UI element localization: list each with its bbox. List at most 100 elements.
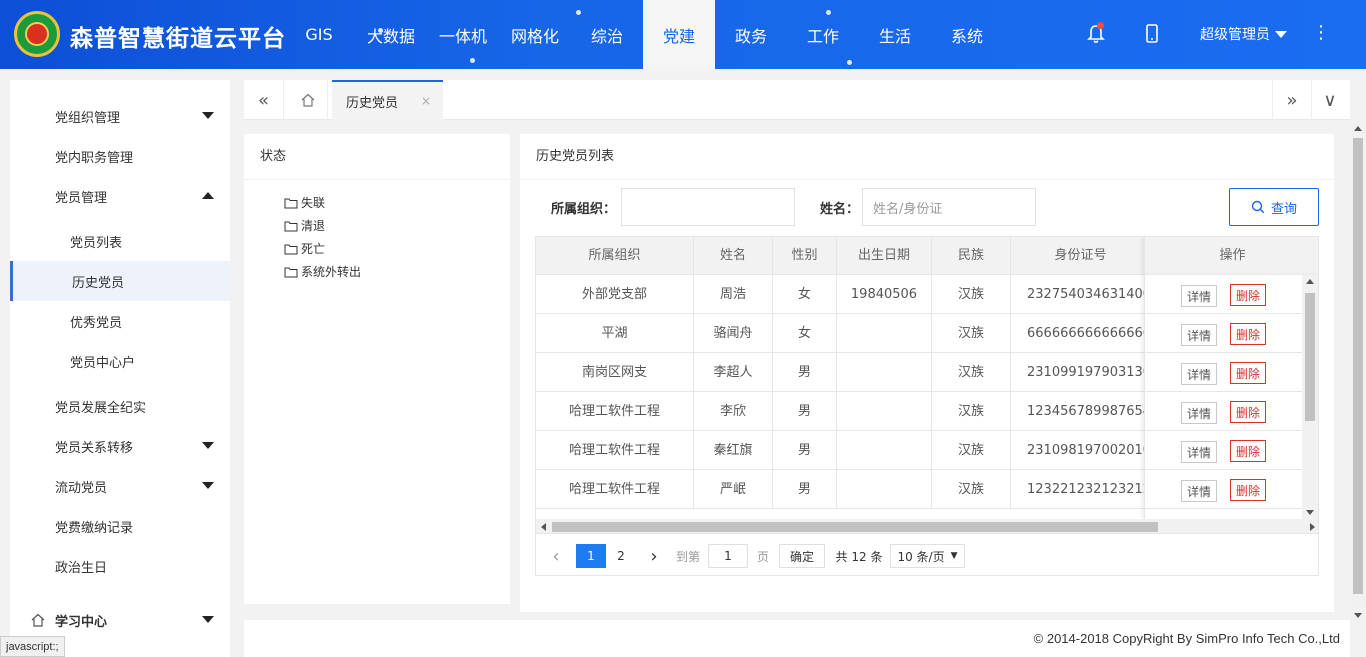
cell-org: 哈理工软件工程 xyxy=(536,470,694,509)
nav-kiosk[interactable]: 一体机 xyxy=(427,0,499,69)
sidebar-item-development-record[interactable]: 党员发展全纪实 xyxy=(10,386,230,426)
page-2-button[interactable]: 2 xyxy=(610,544,632,568)
history-members-panel: 历史党员列表 所属组织： 姓名： 姓名/身份证 查询 所属组织 姓名 性别 出生… xyxy=(520,134,1334,612)
sidebar-item-member-management[interactable]: 党员管理 xyxy=(10,176,230,216)
sidebar-item-member-center[interactable]: 党员中心户 xyxy=(10,341,230,381)
sidebar-item-label: 优秀党员 xyxy=(70,315,123,331)
actions-cell: 详情 删除 xyxy=(1145,431,1318,470)
notification-dot xyxy=(1097,22,1104,29)
tabs-scroll-left-button[interactable]: « xyxy=(244,80,284,120)
mobile-icon[interactable] xyxy=(1142,23,1162,45)
col-gender: 性别 xyxy=(773,237,837,275)
caret-down-icon xyxy=(202,442,214,449)
sidebar: 党组织管理 党内职务管理 党员管理 党员列表 历史党员 优秀党员 党员中心户 党… xyxy=(10,80,230,657)
folder-icon xyxy=(284,244,298,254)
cell-ethnicity: 汉族 xyxy=(932,470,1011,509)
detail-button[interactable]: 详情 xyxy=(1181,480,1217,502)
tree-item-dismissed[interactable]: 清退 xyxy=(284,217,325,234)
cell-id-number: 231099197903130 xyxy=(1011,353,1151,392)
sidebar-item-study-center[interactable]: 学习中心 xyxy=(10,600,230,640)
delete-button[interactable]: 删除 xyxy=(1230,401,1266,423)
tree-item-transferred-out[interactable]: 系统外转出 xyxy=(284,263,361,280)
goto-label: 到第 xyxy=(675,549,700,564)
nav-grid[interactable]: 网格化 xyxy=(499,0,571,69)
copyright: © 2014-2018 CopyRight By SimPro Info Tec… xyxy=(1033,631,1340,646)
nav-gis[interactable]: GIS xyxy=(283,0,355,69)
nav-life[interactable]: 生活 xyxy=(859,0,931,69)
sidebar-item-position-management[interactable]: 党内职务管理 xyxy=(10,136,230,176)
detail-button[interactable]: 详情 xyxy=(1181,285,1217,307)
detail-button[interactable]: 详情 xyxy=(1181,441,1217,463)
actions-column: 详情 删除 详情 删除 详情 删除 详情 删除 详情 删除 详情 删除 xyxy=(1144,275,1318,519)
detail-button[interactable]: 详情 xyxy=(1181,324,1217,346)
goto-confirm-button[interactable]: 确定 xyxy=(779,544,825,568)
caret-up-icon xyxy=(202,192,214,199)
tree-item-lost-contact[interactable]: 失联 xyxy=(284,194,325,211)
sidebar-item-dues-record[interactable]: 党费缴纳记录 xyxy=(10,506,230,546)
cell-gender: 男 xyxy=(773,431,837,470)
table-vertical-scrollbar[interactable] xyxy=(1302,275,1318,519)
col-name: 姓名 xyxy=(694,237,773,275)
sidebar-item-floating-members[interactable]: 流动党员 xyxy=(10,466,230,506)
user-menu[interactable]: 超级管理员 xyxy=(1200,24,1287,44)
tabs-dropdown-button[interactable]: ∨ xyxy=(1310,80,1350,120)
more-vertical-icon[interactable]: ⋮ xyxy=(1312,23,1330,43)
page-size-value: 10 条/页 xyxy=(897,549,945,564)
delete-button[interactable]: 删除 xyxy=(1230,362,1266,384)
tree-item-label: 系统外转出 xyxy=(301,265,362,279)
tree-item-deceased[interactable]: 死亡 xyxy=(284,240,325,257)
delete-button[interactable]: 删除 xyxy=(1230,440,1266,462)
home-icon xyxy=(301,93,314,107)
nav-bigdata[interactable]: 大数据 xyxy=(355,0,427,69)
close-icon[interactable]: × xyxy=(421,94,431,108)
sidebar-item-political-birthday[interactable]: 政治生日 xyxy=(10,546,230,586)
top-header: 森普智慧街道云平台 GIS 大数据 一体机 网格化 综治 党建 政务 工作 生活… xyxy=(0,0,1366,69)
sidebar-item-label: 党员管理 xyxy=(55,190,108,206)
sidebar-item-excellent-members[interactable]: 优秀党员 xyxy=(10,301,230,341)
sidebar-item-relation-transfer[interactable]: 党员关系转移 xyxy=(10,426,230,466)
cell-id-number: 232754034631400 xyxy=(1011,275,1151,314)
page-vertical-scrollbar[interactable] xyxy=(1350,122,1366,622)
org-input[interactable] xyxy=(621,188,795,226)
tab-label: 历史党员 xyxy=(346,95,399,111)
delete-button[interactable]: 删除 xyxy=(1230,323,1266,345)
next-page-button[interactable]: › xyxy=(644,544,664,568)
tabs-scroll-right-button[interactable]: » xyxy=(1272,80,1312,120)
sidebar-item-org-management[interactable]: 党组织管理 xyxy=(10,96,230,136)
tab-history-members[interactable]: 历史党员 × xyxy=(332,80,443,120)
nav-system[interactable]: 系统 xyxy=(931,0,1003,69)
table-horizontal-scrollbar[interactable] xyxy=(536,519,1318,533)
query-button[interactable]: 查询 xyxy=(1229,188,1319,226)
sidebar-item-member-list[interactable]: 党员列表 xyxy=(10,221,230,261)
sidebar-item-history-members[interactable]: 历史党员 xyxy=(10,261,230,301)
nav-work[interactable]: 工作 xyxy=(787,0,859,69)
cell-birth xyxy=(837,431,932,470)
page-1-button[interactable]: 1 xyxy=(576,544,606,568)
caret-down-icon: ▼ xyxy=(950,551,958,561)
cell-org: 哈理工软件工程 xyxy=(536,392,694,431)
name-label: 姓名： xyxy=(820,202,860,217)
home-tab-button[interactable] xyxy=(288,80,328,120)
nav-government[interactable]: 政务 xyxy=(715,0,787,69)
actions-cell: 详情 删除 xyxy=(1145,275,1318,314)
actions-cell: 详情 删除 xyxy=(1145,470,1318,509)
footer: © 2014-2018 CopyRight By SimPro Info Tec… xyxy=(244,620,1350,657)
cell-ethnicity: 汉族 xyxy=(932,353,1011,392)
col-birth: 出生日期 xyxy=(837,237,932,275)
goto-page-input[interactable]: 1 xyxy=(708,544,748,568)
delete-button[interactable]: 删除 xyxy=(1230,284,1266,306)
cell-gender: 男 xyxy=(773,353,837,392)
sidebar-item-label: 党员列表 xyxy=(70,235,123,251)
detail-button[interactable]: 详情 xyxy=(1181,402,1217,424)
nav-party-building[interactable]: 党建 xyxy=(643,0,715,69)
detail-button[interactable]: 详情 xyxy=(1181,363,1217,385)
delete-button[interactable]: 删除 xyxy=(1230,479,1266,501)
sidebar-item-label: 历史党员 xyxy=(72,275,125,291)
prev-page-button[interactable]: ‹ xyxy=(546,544,566,568)
nav-governance[interactable]: 综治 xyxy=(571,0,643,69)
name-search-input[interactable]: 姓名/身份证 xyxy=(862,188,1036,226)
cell-org: 哈理工软件工程 xyxy=(536,431,694,470)
list-panel-title: 历史党员列表 xyxy=(520,134,1334,180)
sidebar-item-label: 学习中心 xyxy=(55,614,108,630)
page-size-select[interactable]: 10 条/页 ▼ xyxy=(890,544,965,568)
